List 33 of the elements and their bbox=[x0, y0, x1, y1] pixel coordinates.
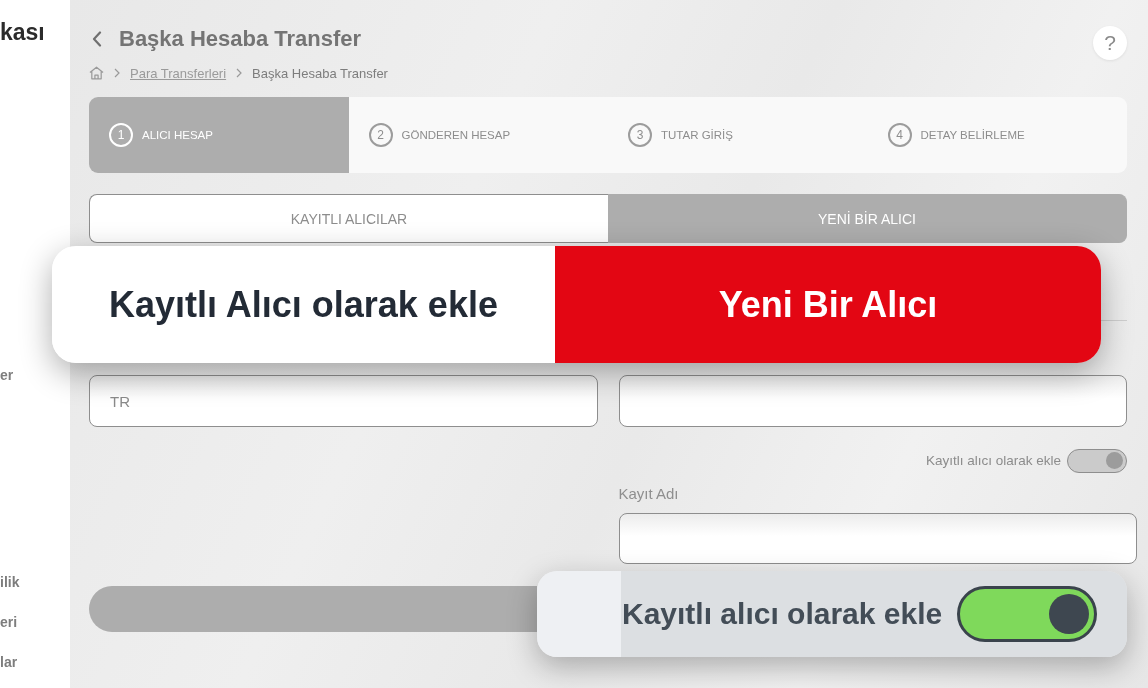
chevron-left-icon[interactable] bbox=[92, 31, 102, 47]
toggle-label: Kayıtlı alıcı olarak ekle bbox=[622, 597, 943, 631]
callout-option[interactable]: Yeni Bir Alıcı bbox=[555, 246, 1101, 363]
sidebar-item[interactable]: er bbox=[0, 366, 14, 384]
step-label: DETAY BELİRLEME bbox=[920, 129, 1025, 141]
breadcrumb-link[interactable]: Para Transferleri bbox=[130, 65, 227, 81]
recipient-tab[interactable]: KAYITLI ALICILAR bbox=[89, 194, 608, 243]
chevron-right-icon bbox=[114, 68, 120, 78]
toggle-label: Kayıtlı alıcı olarak ekle bbox=[925, 453, 1061, 468]
home-icon[interactable] bbox=[89, 66, 104, 80]
chevron-right-icon bbox=[236, 68, 243, 78]
step-label: GÖNDEREN HESAP bbox=[401, 129, 511, 141]
sidebar-item[interactable]: ilik bbox=[0, 573, 20, 591]
step-label: TUTAR GİRİŞ bbox=[661, 129, 733, 141]
input-field[interactable] bbox=[618, 375, 1127, 427]
sidebar-item[interactable]: eri bbox=[0, 613, 18, 631]
help-button[interactable]: ? bbox=[1093, 26, 1127, 60]
iban-field[interactable]: TR bbox=[89, 375, 598, 427]
step-label: ALICI HESAP bbox=[142, 129, 213, 141]
step-number: 3 bbox=[628, 123, 652, 147]
step-number: 4 bbox=[887, 123, 912, 147]
breadcrumb-current: Başka Hesaba Transfer bbox=[252, 65, 388, 81]
logo-text: kası bbox=[0, 18, 45, 46]
toggle-switch[interactable] bbox=[957, 586, 1098, 642]
sidebar-item[interactable]: lar bbox=[0, 653, 18, 671]
callout-option[interactable]: Kayıtlı Alıcı olarak ekle bbox=[52, 246, 555, 363]
input-field[interactable] bbox=[618, 513, 1137, 564]
field-label: Kayıt Adı bbox=[618, 485, 680, 503]
step-number: 2 bbox=[368, 123, 393, 147]
toggle-switch[interactable] bbox=[1067, 448, 1127, 473]
page-title: Başka Hesaba Transfer bbox=[119, 26, 362, 52]
step-number: 1 bbox=[109, 123, 133, 147]
recipient-tab[interactable]: YENİ BİR ALICI bbox=[608, 194, 1127, 243]
